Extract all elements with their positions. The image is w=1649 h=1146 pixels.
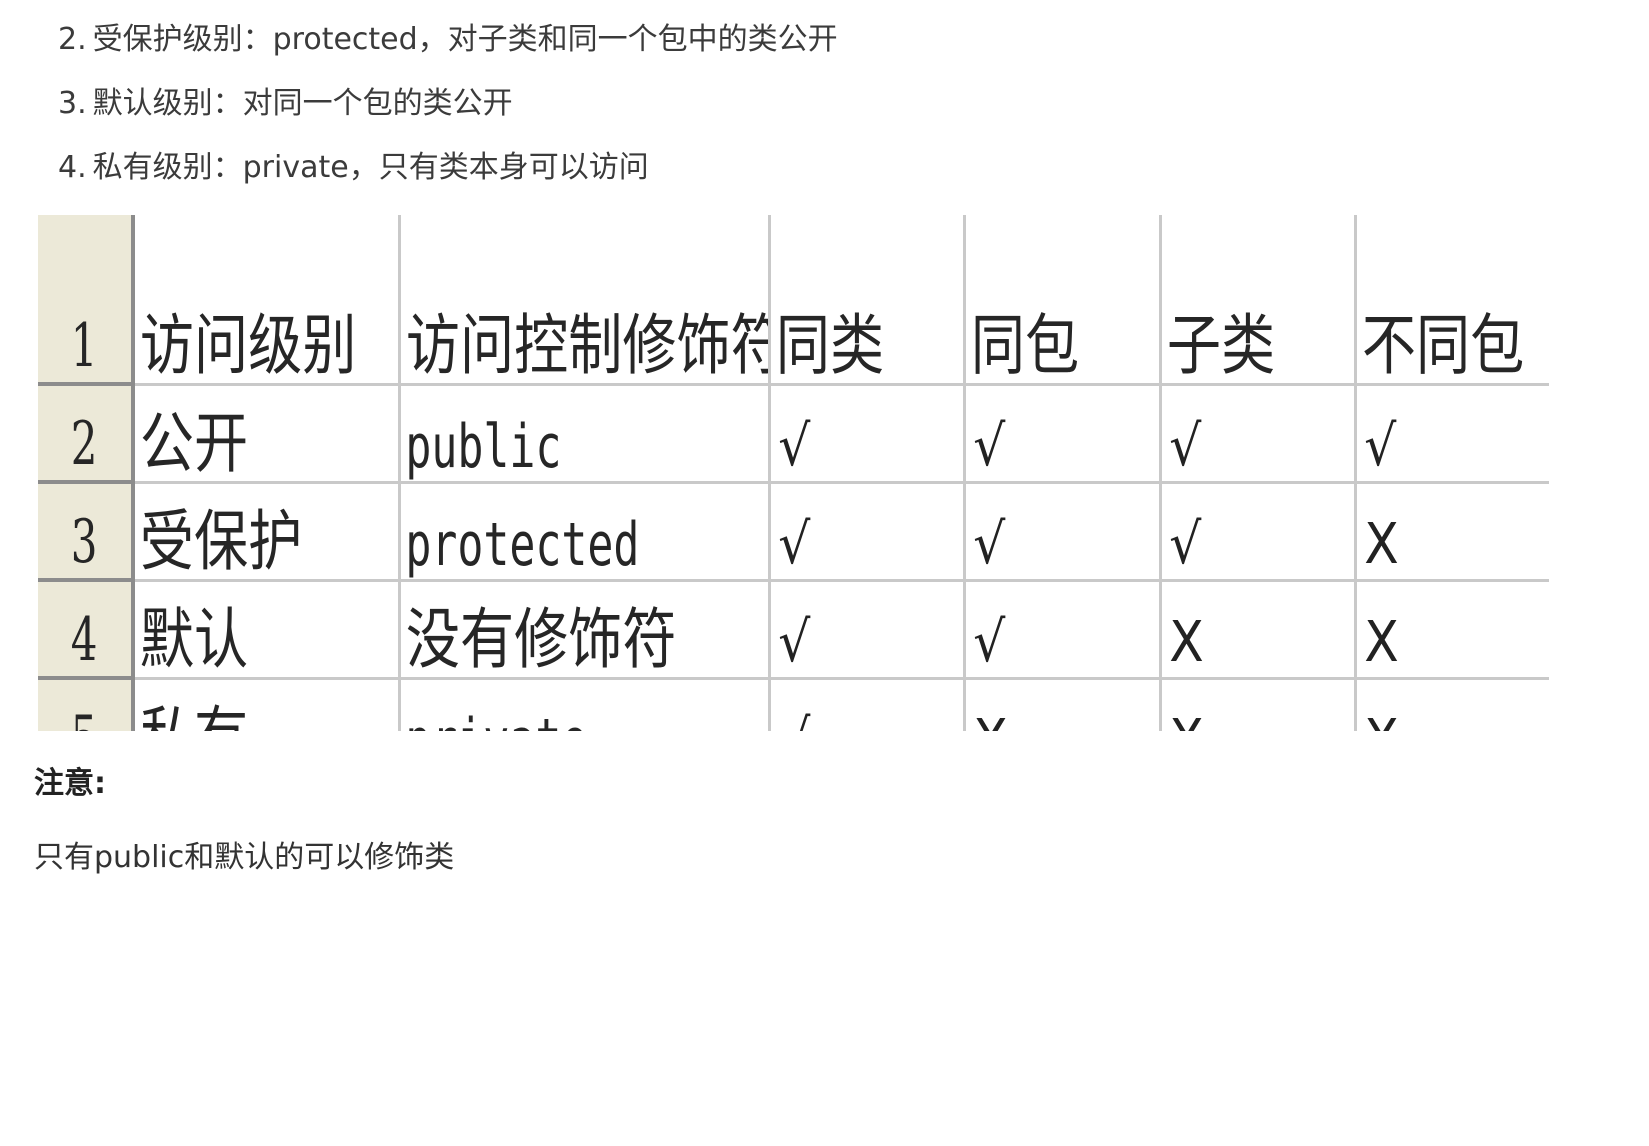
row-number: 1: [38, 215, 135, 386]
modifier-cell: protected: [399, 482, 771, 582]
list-text: 私有级别：private，只有类本身可以访问: [92, 150, 649, 185]
mark-cell: X: [1355, 482, 1549, 582]
mark-cell: X: [1355, 580, 1549, 680]
mark-cell: √: [769, 580, 966, 680]
level-cell: 公开: [133, 384, 401, 484]
note-title: 注意:: [34, 766, 106, 801]
mark-cell: √: [1160, 384, 1357, 484]
mark-cell: √: [1355, 384, 1549, 484]
modifier-cell: private: [399, 678, 771, 731]
row-number: 3: [38, 482, 135, 582]
mark-cell: X: [1160, 678, 1357, 731]
list-item: 2. 受保护级别：protected，对子类和同一个包中的类公开: [58, 14, 838, 78]
table-row: 4 默认 没有修饰符 √ √ X X: [38, 580, 1549, 680]
modifier-cell: public: [399, 384, 771, 484]
list-number: 4.: [58, 150, 87, 185]
list-item: 4. 私有级别：private，只有类本身可以访问: [58, 142, 838, 206]
header-cell: 不同包: [1355, 215, 1549, 386]
row-number: 2: [38, 384, 135, 484]
header-cell: 访问级别: [133, 215, 401, 386]
list-text: 默认级别：对同一个包的类公开: [92, 86, 513, 121]
modifier-cell: 没有修饰符: [399, 580, 771, 680]
list-number: 3.: [58, 86, 87, 121]
mark-cell: X: [1355, 678, 1549, 731]
mark-cell: √: [769, 678, 966, 731]
list-item: 3. 默认级别：对同一个包的类公开: [58, 78, 838, 142]
level-cell: 受保护: [133, 482, 401, 582]
mark-cell: √: [1160, 482, 1357, 582]
mark-cell: √: [769, 482, 966, 582]
mark-cell: √: [964, 482, 1162, 582]
level-cell: 默认: [133, 580, 401, 680]
table-row: 3 受保护 protected √ √ √ X: [38, 482, 1549, 582]
header-cell: 同类: [769, 215, 966, 386]
access-table-image: 1 访问级别 访问控制修饰符 同类 同包 子类 不同包 2 公开 public …: [38, 215, 1549, 731]
header-cell: 访问控制修饰符: [399, 215, 771, 386]
mark-cell: √: [769, 384, 966, 484]
level-cell: 私有: [133, 678, 401, 731]
mark-cell: X: [964, 678, 1162, 731]
list-number: 2.: [58, 22, 87, 57]
row-number: 4: [38, 580, 135, 680]
mark-cell: √: [964, 384, 1162, 484]
access-table: 1 访问级别 访问控制修饰符 同类 同包 子类 不同包 2 公开 public …: [38, 215, 1549, 731]
access-level-list: 2. 受保护级别：protected，对子类和同一个包中的类公开 3. 默认级别：对…: [58, 14, 838, 206]
list-text: 受保护级别：protected，对子类和同一个包中的类公开: [92, 22, 838, 57]
note-text: 只有public和默认的可以修饰类: [34, 840, 455, 875]
mark-cell: X: [1160, 580, 1357, 680]
row-number: 5: [38, 678, 135, 731]
table-row: 2 公开 public √ √ √ √: [38, 384, 1549, 484]
header-cell: 子类: [1160, 215, 1357, 386]
table-header-row: 1 访问级别 访问控制修饰符 同类 同包 子类 不同包: [38, 215, 1549, 386]
table-row: 5 私有 private √ X X X: [38, 678, 1549, 731]
mark-cell: √: [964, 580, 1162, 680]
header-cell: 同包: [964, 215, 1162, 386]
